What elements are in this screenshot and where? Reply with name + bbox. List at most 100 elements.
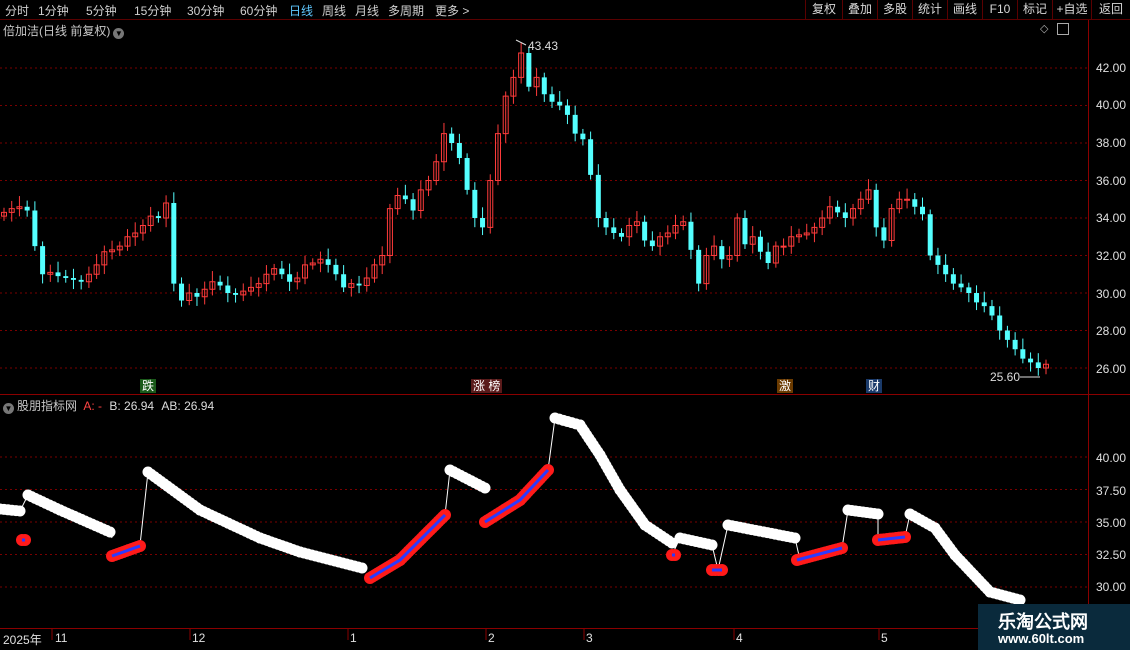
candle-body-down [410,199,416,211]
candle-body-down [1012,339,1018,350]
price-axis-label: 26.00 [1095,362,1126,376]
axis-divider [1088,20,1089,628]
high-price-label: 43.43 [528,39,559,53]
indicator-dot [706,539,718,551]
event-tag-incentive[interactable]: 激 [777,379,794,393]
candle-body-down [757,236,763,252]
candle-body-down [981,302,987,307]
price-axis-label: 30.00 [1095,287,1126,301]
candle-body-down [155,216,161,218]
candle-body-down [572,114,578,134]
candle-body-down [464,158,470,190]
price-axis-label: 40.00 [1095,98,1126,112]
indicator-menu-icon[interactable]: ▼ [3,403,14,414]
indicator-dot [104,526,116,538]
candle-body-down [912,199,918,207]
indicator-dot [14,505,26,517]
candle-body-down [842,212,848,218]
price-axis-label: 34.00 [1095,211,1126,225]
price-axis-label: 28.00 [1095,324,1126,338]
candle-body-down [325,259,331,265]
date-axis-month: 2 [488,631,495,645]
event-tag-drop[interactable]: 跌 [140,379,157,393]
candle-body-down [974,293,980,303]
candle-body-down [873,189,879,228]
indicator-pane-title[interactable]: ▼ 股朋指标网 A: - B: 26.94 AB: 26.94 [3,397,214,414]
candle-body-up [904,198,911,201]
candle-body-down [557,101,563,106]
candle-body-down [1035,362,1041,368]
date-axis-month: 1 [350,631,357,645]
main-pane-title[interactable]: 倍加洁(日线 前复权) ▼ [3,22,125,39]
candle-body-down [649,240,655,247]
candle-body-down [997,315,1003,331]
candle-body-down [233,293,239,295]
indicator-axis-label: 37.50 [1095,484,1126,498]
event-tag-finance[interactable]: 财 [866,379,883,393]
candle-body-down [356,283,362,286]
candle-body-down [935,255,941,265]
window-toggle-icon[interactable] [1057,23,1069,35]
candle-body-down [24,206,30,211]
date-axis-month: 4 [736,631,743,645]
price-axis-label: 32.00 [1095,249,1126,263]
date-axis-year: 2025年 [3,633,42,647]
indicator-axis-label: 30.00 [1095,580,1126,594]
indicator-dot [479,482,491,494]
date-axis-divider [0,628,1130,629]
candle-body-down [595,174,601,218]
candle-body-down [927,214,933,256]
candle-body-down [580,133,586,140]
indicator-axis-label: 35.00 [1095,516,1126,530]
candle-body-down [765,251,771,263]
candle-body-down [920,206,926,215]
date-axis-month: 11 [55,631,68,645]
low-price-label: 25.60 [990,370,1021,384]
candle-body-down [63,276,69,278]
candle-body-down [618,233,624,237]
date-axis-month: 12 [192,631,206,645]
candle-body-down [402,195,408,200]
candle-body-down [881,227,887,241]
candle-body-down [341,274,347,288]
candle-body-down [55,272,61,277]
candle-body-down [989,306,995,316]
indicator-a-value: A: - [83,399,103,413]
candle-body-down [943,264,949,275]
price-chart[interactable] [0,0,1130,650]
candle-body-up [780,245,787,248]
dropdown-icon[interactable]: ▼ [113,28,125,39]
candle-body-down [526,53,532,87]
candle-body-down [549,94,555,102]
date-axis-month: 5 [881,631,888,645]
diamond-icon[interactable]: ◇ [1040,22,1048,35]
pane-divider[interactable] [0,394,1130,395]
indicator-line [877,513,1021,601]
candle-body-down [217,281,223,286]
candle-body-down [696,249,702,284]
candle-body-down [194,293,200,297]
candle-body-down [456,143,462,158]
price-axis-label: 36.00 [1095,174,1126,188]
event-tag-gain-list[interactable]: 涨 榜 [471,379,503,393]
candle-body-down [642,221,648,241]
candle-body-down [1020,349,1026,359]
candle-body-down [179,283,185,301]
indicator-name: 股朋指标网 [17,399,78,413]
candle-body-down [449,133,455,143]
candle-body-down [70,278,76,280]
candle-body-down [40,246,46,275]
candle-body-down [78,279,84,282]
candle-body-down [287,274,293,282]
candle-body-down [603,218,609,228]
indicator-axis-label: 32.50 [1095,548,1126,562]
indicator-line [0,494,113,539]
candle-body-down [611,227,617,233]
candle-body-down [472,189,478,218]
candle-body-down [480,218,486,228]
indicator-dot [356,562,368,574]
price-axis-label: 38.00 [1095,136,1126,150]
indicator-ab-value: AB: 26.94 [161,399,215,413]
price-axis-label: 42.00 [1095,61,1126,75]
date-axis-month: 3 [586,631,593,645]
